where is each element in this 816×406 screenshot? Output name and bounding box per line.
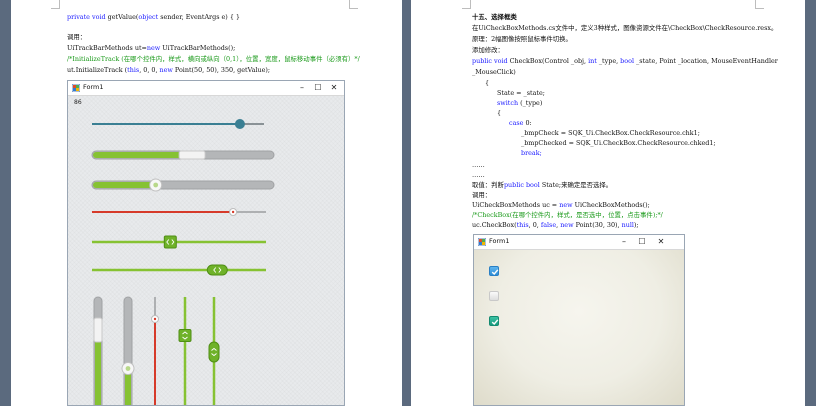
trackbar-fill [93, 152, 194, 158]
page-corner-mark [349, 0, 358, 9]
code-line: UiTrackBarMethods ut=new UiTrackBarMetho… [67, 44, 236, 52]
form-app-icon [478, 238, 486, 246]
code-line: _MouseClick) [472, 68, 516, 76]
ellipsis-line: …… [472, 171, 485, 179]
code-line: break; [521, 149, 542, 157]
window-title: Form1 [489, 237, 510, 245]
page-corner-mark [755, 0, 764, 9]
code-line: uc.CheckBox(this, 0, false, new Point(30… [472, 221, 639, 229]
code-line: ut.InitializeTrack (this, 0, 0, new Poin… [67, 66, 271, 74]
window-titlebar: Form1 – ☐ ✕ [474, 235, 684, 250]
trackbar-fill [93, 182, 157, 188]
code-line: _bmpChecked = SQK_Ui.CheckBox.CheckResou… [521, 139, 716, 147]
code-line: switch (_type) [497, 99, 543, 107]
code-line: private void getValue(object sender, Eve… [67, 13, 240, 21]
trackbar-thumb-vertical[interactable] [208, 341, 220, 363]
checkbox-teal-checked[interactable] [489, 316, 499, 326]
close-icon[interactable]: ✕ [655, 236, 667, 248]
trackbar-thumb-dot [153, 317, 157, 321]
maximize-icon[interactable]: ☐ [636, 236, 648, 248]
minimize-icon[interactable]: – [618, 236, 630, 248]
trackbar-canvas [91, 119, 275, 405]
trackbar-thumb-vertical[interactable] [178, 329, 192, 342]
text-line: 调用： [472, 191, 492, 199]
text-line: 添加修改： [472, 46, 504, 54]
code-line: { [497, 109, 502, 117]
trackbar-thumb[interactable] [163, 235, 177, 249]
code-line: UiCheckBoxMethods uc = new UiCheckBoxMet… [472, 201, 650, 209]
checkbox-blue-checked[interactable] [489, 266, 499, 276]
comment-line: /*CheckBox(在哪个控件内，样式，是否选中，位置，点击事件);*/ [472, 211, 663, 219]
document-page-right: 十五、选择框类 在UiCheckBoxMethods.cs文件中，定义3种样式，… [411, 0, 805, 406]
code-line: _bmpCheck = SQK_Ui.CheckBox.CheckResourc… [521, 129, 700, 137]
trackbar-thumb[interactable] [234, 119, 245, 129]
document-page-left: private void getValue(object sender, Eve… [11, 0, 402, 406]
trackbar-thumb[interactable] [206, 264, 228, 276]
form1-window-trackbar: Form1 – ☐ ✕ 86 [67, 80, 345, 406]
ellipsis-line: …… [472, 161, 485, 169]
checkbox-gray-unchecked[interactable] [489, 291, 499, 301]
trackbar-thumb[interactable] [178, 150, 206, 160]
trackbar-thumb-vertical[interactable] [93, 317, 103, 343]
code-line: public void CheckBox(Control _obj, int _… [472, 57, 778, 65]
code-line: { [485, 79, 490, 87]
trackbar-thumb-dot [231, 210, 235, 214]
trackbar-thumb-dot [153, 182, 159, 188]
section-heading: 十五、选择框类 [472, 13, 517, 21]
checkmark-icon [491, 269, 499, 276]
checkmark-icon [491, 319, 499, 326]
comment-line: /*InitializeTrack (在哪个控件内，样式，横向或纵向（0,1），… [67, 55, 360, 63]
trackbar-thumb-dot [125, 366, 131, 371]
text-line: 原理：2幅图像按照鼠标事件切换。 [472, 35, 572, 43]
text-line: 调用： [67, 33, 87, 41]
page-corner-mark [51, 0, 60, 9]
text-line: 取值：判断public bool State;来确定是否选择。 [472, 181, 613, 189]
form1-window-checkbox: Form1 – ☐ ✕ [473, 234, 685, 406]
page-corner-mark [462, 0, 471, 9]
code-line: case 0: [509, 119, 532, 127]
text-line: 在UiCheckBoxMethods.cs文件中，定义3种样式，图像资源文件在\… [472, 24, 778, 32]
code-line: State = _state; [497, 89, 545, 97]
